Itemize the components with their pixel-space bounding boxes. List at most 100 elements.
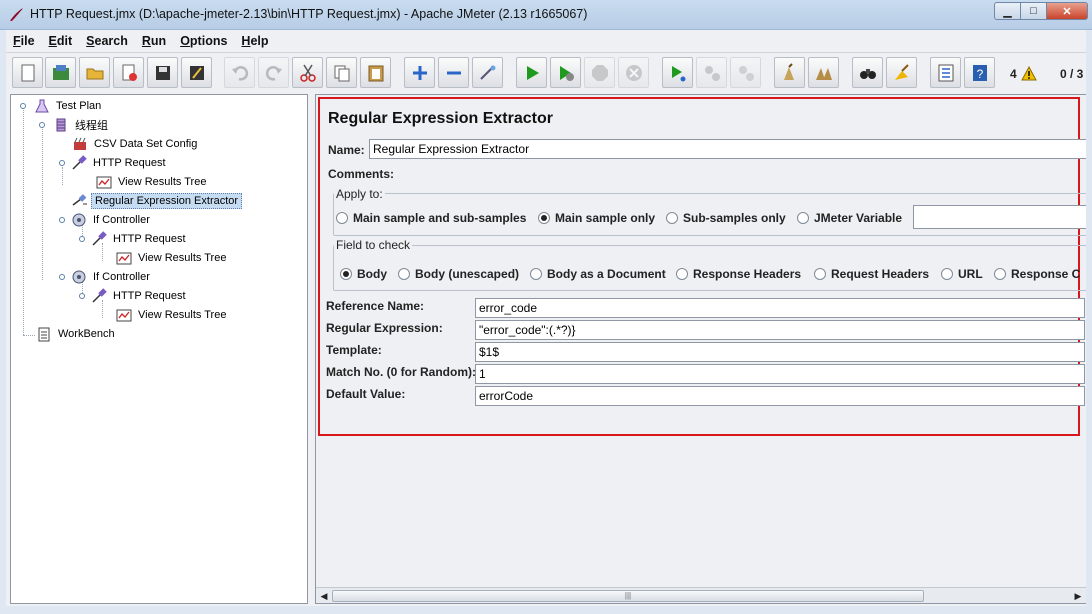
paste-button[interactable] (360, 57, 391, 88)
open-button[interactable] (79, 57, 110, 88)
radio-response-headers[interactable]: Response Headers (676, 267, 801, 281)
radio-button-icon (676, 268, 688, 280)
tree-node-workbench[interactable]: WorkBench (35, 325, 118, 343)
template-input[interactable]: $1$ (475, 342, 1085, 362)
default-value-label: Default Value: (326, 387, 406, 401)
remote-shutdown-all-button[interactable] (730, 57, 761, 88)
copy-button[interactable] (326, 57, 357, 88)
radio-body-as-document[interactable]: Body as a Document (530, 267, 666, 281)
radio-request-headers[interactable]: Request Headers (814, 267, 929, 281)
warning-icon[interactable] (1021, 66, 1037, 81)
radio-main-and-sub-samples[interactable]: Main sample and sub-samples (336, 211, 526, 225)
function-helper-button[interactable] (930, 57, 961, 88)
binoculars-icon (859, 68, 876, 79)
tree-node-regular-expression-extractor[interactable]: Regular Expression Extractor (71, 192, 243, 210)
new-button[interactable] (12, 57, 43, 88)
radio-sub-samples-only[interactable]: Sub-samples only (666, 211, 786, 225)
help-button[interactable]: ? (964, 57, 995, 88)
menu-search[interactable]: Search (79, 34, 135, 48)
scroll-left-arrow-icon[interactable]: ◀ (317, 590, 331, 602)
remote-start-all-button[interactable] (662, 57, 693, 88)
tree-handle-icon[interactable] (58, 159, 66, 167)
expand-all-button[interactable] (404, 57, 435, 88)
reset-search-button[interactable] (886, 57, 917, 88)
radio-main-sample-only[interactable]: Main sample only (538, 211, 655, 225)
default-value-input[interactable]: errorCode (475, 386, 1085, 406)
tree-node-view-results-tree-3[interactable]: View Results Tree (115, 306, 229, 324)
regular-expression-input[interactable]: "error_code":(.*?)} (475, 320, 1085, 340)
active-threads-count: 0 / 3 (1060, 67, 1084, 81)
templates-button[interactable] (45, 57, 76, 88)
maximize-button[interactable]: □ (1020, 2, 1046, 20)
menu-file[interactable]: File (6, 34, 42, 48)
templates-icon (52, 64, 69, 80)
collapse-all-button[interactable] (438, 57, 469, 88)
field-to-check-title: Field to check (334, 238, 413, 252)
start-button[interactable] (516, 57, 547, 88)
tree-node-http-request-3[interactable]: HTTP Request (78, 287, 189, 305)
menu-edit[interactable]: Edit (42, 34, 80, 48)
listener-chart-icon (95, 173, 113, 191)
warning-count: 4 (1010, 67, 1017, 81)
tree-node-view-results-tree-1[interactable]: View Results Tree (95, 173, 209, 191)
radio-url[interactable]: URL (941, 267, 983, 281)
play-icon (526, 65, 539, 80)
tree-node-csv-data-set-config[interactable]: CSV Data Set Config (71, 135, 200, 153)
sampler-pipette-icon (90, 287, 108, 305)
tree-label: CSV Data Set Config (94, 138, 198, 150)
radio-label: Body as a Document (547, 267, 666, 281)
tree-node-test-plan[interactable]: Test Plan (19, 97, 104, 115)
remote-stop-all-button[interactable] (696, 57, 727, 88)
apply-to-title: Apply to: (334, 187, 385, 201)
menu-help[interactable]: Help (234, 34, 275, 48)
tree-handle-icon[interactable] (38, 121, 46, 129)
radio-label: Body (357, 267, 387, 281)
stop-button[interactable] (584, 57, 615, 88)
tree-node-if-controller-2[interactable]: If Controller (58, 268, 153, 286)
menu-options[interactable]: Options (173, 34, 234, 48)
scroll-right-arrow-icon[interactable]: ▶ (1071, 590, 1085, 602)
radio-body[interactable]: Body (340, 267, 387, 281)
tree-handle-icon[interactable] (58, 273, 66, 281)
tree-handle-icon[interactable] (19, 102, 27, 110)
tree-node-http-request-1[interactable]: HTTP Request (58, 154, 169, 172)
reference-name-input[interactable]: error_code (475, 298, 1085, 318)
radio-jmeter-variable[interactable]: JMeter Variable (797, 211, 902, 225)
test-plan-tree: Test Plan 线程组 CSV Data Set Config HTTP R… (10, 94, 308, 604)
menu-run[interactable]: Run (135, 34, 173, 48)
shutdown-button[interactable] (618, 57, 649, 88)
clear-all-button[interactable] (808, 57, 839, 88)
tree-handle-icon[interactable] (78, 235, 86, 243)
scrollbar-thumb[interactable]: ||| (332, 590, 924, 602)
redo-button[interactable] (258, 57, 289, 88)
start-no-pauses-button[interactable] (550, 57, 581, 88)
tree-node-view-results-tree-2[interactable]: View Results Tree (115, 249, 229, 267)
minimize-button[interactable]: ▁ (994, 2, 1020, 20)
horizontal-scrollbar[interactable]: ◀ ||| ▶ (316, 587, 1086, 603)
stop-icon (591, 64, 608, 81)
radio-label: Main sample only (555, 211, 656, 225)
radio-response-code[interactable]: Response C (994, 267, 1080, 281)
tree-label: HTTP Request (113, 290, 186, 302)
tree-handle-icon[interactable] (58, 216, 66, 224)
clear-button[interactable] (774, 57, 805, 88)
save-button[interactable] (147, 57, 178, 88)
jmeter-variable-input[interactable] (913, 205, 1086, 229)
name-input[interactable]: Regular Expression Extractor (369, 139, 1086, 159)
comments-label: Comments: (328, 167, 395, 181)
tree-node-thread-group[interactable]: 线程组 (38, 116, 111, 134)
save-screenshot-button[interactable] (181, 57, 212, 88)
tree-node-http-request-2[interactable]: HTTP Request (78, 230, 189, 248)
radio-label: JMeter Variable (814, 211, 903, 225)
tree-node-if-controller-1[interactable]: If Controller (58, 211, 153, 229)
clear-broom-icon (783, 62, 794, 80)
radio-body-unescaped[interactable]: Body (unescaped) (398, 267, 519, 281)
undo-button[interactable] (224, 57, 255, 88)
search-button[interactable] (852, 57, 883, 88)
close-test-button[interactable] (113, 57, 144, 88)
cut-button[interactable] (292, 57, 323, 88)
toggle-button[interactable] (472, 57, 503, 88)
match-no-input[interactable]: 1 (475, 364, 1085, 384)
close-button[interactable]: ✕ (1046, 2, 1088, 20)
tree-handle-icon[interactable] (78, 292, 86, 300)
